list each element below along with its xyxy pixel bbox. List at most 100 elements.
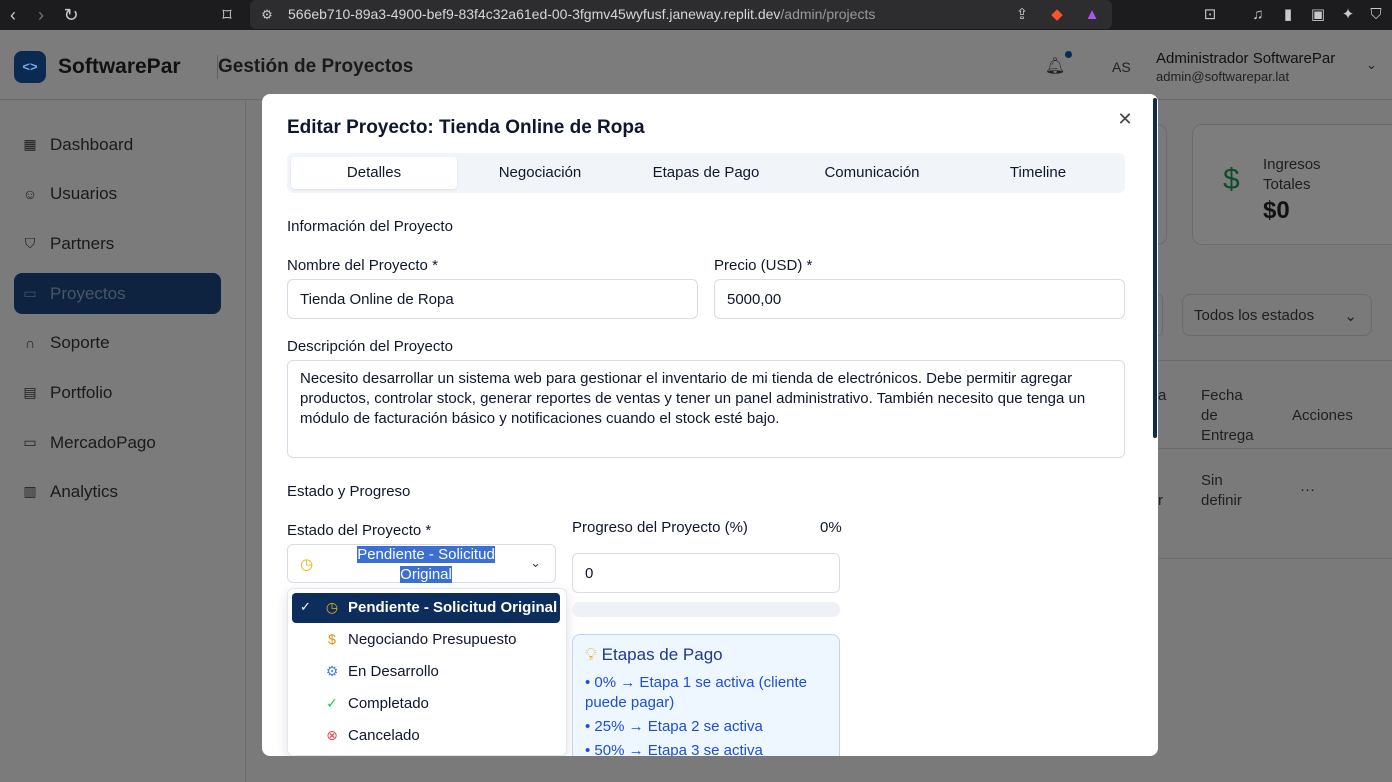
section-status-heading: Estado y Progreso	[287, 483, 411, 500]
music-icon[interactable]: ♫	[1248, 5, 1268, 25]
project-name-label: Nombre del Proyecto *	[287, 257, 438, 274]
screenshot-icon[interactable]: ⊡	[1200, 5, 1220, 25]
status-option-desarrollo[interactable]: ⚙ En Desarrollo	[292, 657, 560, 687]
section-info-heading: Información del Proyecto	[287, 218, 453, 235]
bar-chart-icon: ▥	[23, 483, 37, 499]
sidebar-item-label: MercadoPago	[50, 432, 156, 452]
wallet-icon[interactable]: ▣	[1308, 5, 1328, 25]
table-header-partial: a	[1158, 387, 1167, 404]
status-option-completado[interactable]: ✓ Completado	[292, 689, 560, 719]
gear-icon: ⚙	[325, 663, 339, 679]
grid-icon: ▦	[23, 136, 37, 152]
briefcase-icon: ▤	[23, 384, 37, 400]
table-header-delivery: Fecha de Entrega	[1201, 387, 1254, 444]
price-label: Precio (USD) *	[714, 257, 813, 274]
tab-negociacion[interactable]: Negociación	[457, 157, 623, 189]
users-icon: ☺	[22, 185, 38, 202]
share-icon[interactable]: ⇪	[1012, 5, 1032, 25]
sidebar-item-dashboard[interactable]: ▦ Dashboard	[14, 124, 221, 165]
modal-scrollbar[interactable]	[1153, 98, 1157, 438]
brave-shield-icon[interactable]: ◆	[1047, 5, 1067, 25]
income-value: $0	[1263, 197, 1290, 224]
option-label: Negociando Presupuesto	[348, 631, 517, 648]
option-label: Pendiente - Solicitud Original	[348, 599, 558, 616]
tab-detalles[interactable]: Detalles	[291, 157, 457, 189]
sidebar-item-label: Analytics	[50, 481, 119, 501]
table-cell-partial: r	[1158, 492, 1163, 509]
sidebar: ▦ Dashboard ☺ Usuarios ⛉ Partners ▭ Proy…	[0, 101, 246, 782]
more-actions-icon[interactable]: ···	[1300, 480, 1315, 500]
check-circle-icon: ✓	[326, 695, 338, 711]
sidebar-item-soporte[interactable]: ∩ Soporte	[14, 322, 221, 363]
sidebar-item-proyectos[interactable]: ▭ Proyectos	[14, 273, 221, 314]
forward-icon[interactable]: ›	[30, 4, 52, 26]
sidebar-item-label: Partners	[50, 233, 115, 253]
sidebar-toggle-icon[interactable]: ▮	[1278, 5, 1298, 25]
notification-bell-icon[interactable]: 🔔︎	[1044, 56, 1066, 78]
avatar[interactable]: AS	[1112, 59, 1131, 75]
tab-etapas-pago[interactable]: Etapas de Pago	[623, 157, 789, 189]
ai-icon[interactable]: ✦	[1338, 5, 1358, 25]
headset-icon: ∩	[24, 334, 36, 351]
sidebar-item-analytics[interactable]: ▥ Analytics	[14, 471, 221, 512]
tab-timeline[interactable]: Timeline	[955, 157, 1121, 189]
sidebar-item-mercadopago[interactable]: ▭ MercadoPago	[14, 422, 221, 463]
description-textarea[interactable]: Necesito desarrollar un sistema web para…	[287, 360, 1125, 458]
dialog-title: Editar Proyecto: Tienda Online de Ropa	[287, 117, 645, 138]
option-label: En Desarrollo	[348, 663, 439, 680]
option-label: Completado	[348, 695, 429, 712]
payment-stages-info: 💡︎ Etapas de Pago • 0% → Etapa 1 se acti…	[572, 634, 840, 756]
status-filter-select[interactable]: Todos los estados ⌄	[1182, 294, 1372, 336]
close-icon[interactable]: ✕	[1115, 109, 1135, 129]
bookmark-icon[interactable]: ⌑	[216, 4, 238, 26]
price-input[interactable]: 5000,00	[714, 279, 1125, 319]
notification-dot	[1065, 51, 1072, 58]
sidebar-item-portfolio[interactable]: ▤ Portfolio	[14, 372, 221, 413]
status-option-negociando[interactable]: $ Negociando Presupuesto	[292, 625, 560, 655]
status-option-cancelado[interactable]: ⊗ Cancelado	[292, 721, 560, 751]
dollar-icon: $	[1223, 163, 1240, 196]
table-cell-delivery: Sin definir	[1201, 472, 1242, 509]
chevron-down-icon[interactable]: ⌄	[1366, 57, 1377, 73]
table-divider	[1158, 448, 1392, 449]
description-value: Necesito desarrollar un sistema web para…	[300, 370, 1086, 427]
status-label: Estado del Proyecto *	[287, 522, 432, 539]
check-icon: ✓	[300, 599, 311, 614]
back-icon[interactable]: ‹	[2, 4, 24, 26]
vpn-icon[interactable]: ⛉	[1366, 5, 1386, 25]
tab-comunicacion[interactable]: Comunicación	[789, 157, 955, 189]
url-text[interactable]: 566eb710-89a3-4900-bef9-83f4c32a61ed-00-…	[288, 6, 875, 22]
status-select[interactable]: ◷ Pendiente - Solicitud Original ⌄	[287, 544, 556, 583]
progress-value: 0	[585, 565, 594, 582]
chevron-down-icon: ⌄	[1344, 308, 1357, 325]
user-name[interactable]: Administrador SoftwarePar	[1156, 50, 1335, 67]
rewards-icon[interactable]: ▲	[1082, 5, 1102, 25]
payment-info-title: 💡︎ Etapas de Pago	[585, 645, 723, 664]
project-name-input[interactable]: Tienda Online de Ropa	[287, 279, 698, 319]
table-divider	[1158, 558, 1392, 559]
description-label: Descripción del Proyecto	[287, 338, 453, 355]
price-value: 5000,00	[727, 291, 782, 308]
sidebar-item-label: Portfolio	[50, 382, 113, 402]
sidebar-item-usuarios[interactable]: ☺ Usuarios	[14, 173, 221, 214]
table-divider	[1158, 360, 1392, 361]
site-info-icon[interactable]: ⚙	[256, 4, 278, 26]
reload-icon[interactable]: ↻	[60, 4, 82, 26]
payment-info-line: • 50% → Etapa 3 se activa	[585, 742, 763, 756]
lightbulb-icon: 💡︎	[585, 645, 597, 664]
table-header-actions: Acciones	[1292, 407, 1353, 424]
progress-bar	[572, 602, 840, 617]
dollar-icon: $	[328, 631, 336, 647]
progress-input[interactable]: 0	[572, 553, 840, 593]
progress-percent: 0%	[820, 519, 842, 536]
status-option-pendiente[interactable]: ✓ ◷ Pendiente - Solicitud Original	[292, 593, 560, 623]
logo-icon: <>	[14, 51, 46, 83]
chevron-down-icon: ⌄	[530, 555, 541, 570]
sidebar-item-label: Proyectos	[50, 283, 126, 303]
income-label: Ingresos Totales	[1263, 156, 1321, 193]
sidebar-item-partners[interactable]: ⛉ Partners	[14, 223, 221, 264]
status-filter-value: Todos los estados	[1194, 307, 1315, 324]
user-email: admin@softwarepar.lat	[1156, 69, 1290, 84]
edit-project-dialog: Editar Proyecto: Tienda Online de Ropa ✕…	[262, 94, 1158, 756]
stat-card-edge	[1158, 124, 1167, 245]
